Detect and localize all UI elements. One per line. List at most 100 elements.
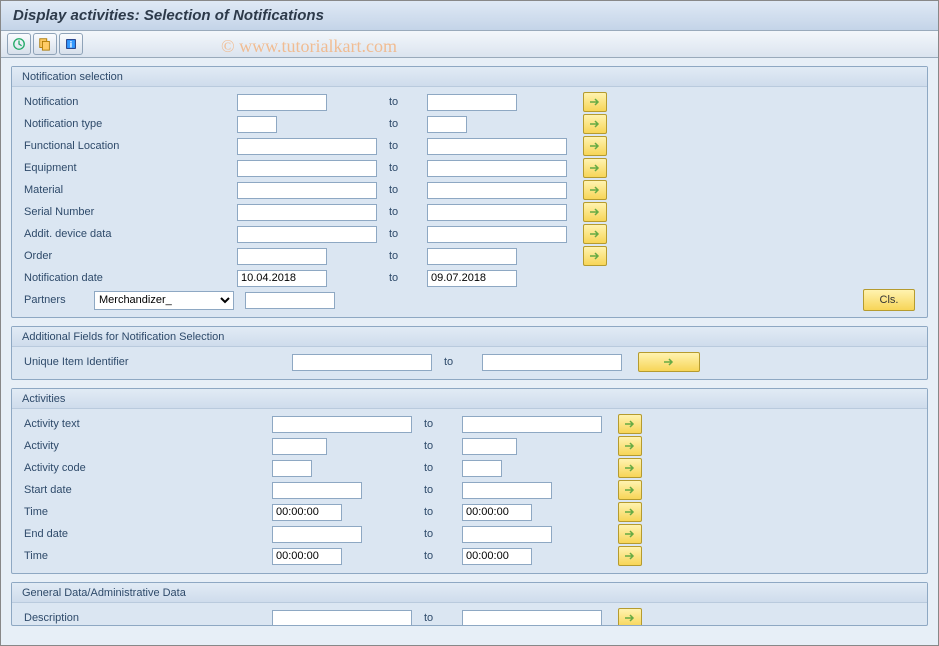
arrow-right-icon bbox=[624, 419, 636, 429]
label-time1: Time bbox=[22, 506, 272, 518]
arrow-right-icon bbox=[624, 463, 636, 473]
act-code-multiselect-button[interactable] bbox=[618, 458, 642, 478]
partners-value-input[interactable] bbox=[245, 292, 335, 309]
get-variant-button[interactable] bbox=[33, 33, 57, 55]
label-activity: Activity bbox=[22, 440, 272, 452]
partners-dropdown[interactable]: Merchandizer_ bbox=[94, 291, 234, 310]
notification-to-input[interactable] bbox=[427, 94, 517, 111]
row-partners: Partners Merchandizer_ Cls. bbox=[22, 289, 917, 311]
label-end-date: End date bbox=[22, 528, 272, 540]
act-code-from-input[interactable] bbox=[272, 460, 312, 477]
addit-dev-to-input[interactable] bbox=[427, 226, 567, 243]
to-label: to bbox=[387, 206, 427, 218]
act-text-multiselect-button[interactable] bbox=[618, 414, 642, 434]
material-from-input[interactable] bbox=[237, 182, 377, 199]
to-label: to bbox=[387, 140, 427, 152]
func-loc-multiselect-button[interactable] bbox=[583, 136, 607, 156]
row-time1: Time to bbox=[22, 501, 917, 523]
notif-date-from-input[interactable] bbox=[237, 270, 327, 287]
description-multiselect-button[interactable] bbox=[618, 608, 642, 625]
description-from-input[interactable] bbox=[272, 610, 412, 626]
start-date-from-input[interactable] bbox=[272, 482, 362, 499]
label-equipment: Equipment bbox=[22, 162, 237, 174]
description-to-input[interactable] bbox=[462, 610, 602, 626]
time1-from-input[interactable] bbox=[272, 504, 342, 521]
start-date-to-input[interactable] bbox=[462, 482, 552, 499]
uii-to-input[interactable] bbox=[482, 354, 622, 371]
row-time2: Time to bbox=[22, 545, 917, 567]
notif-type-from-input[interactable] bbox=[237, 116, 277, 133]
serial-from-input[interactable] bbox=[237, 204, 377, 221]
clock-execute-icon bbox=[12, 37, 26, 51]
start-date-multiselect-button[interactable] bbox=[618, 480, 642, 500]
activity-multiselect-button[interactable] bbox=[618, 436, 642, 456]
to-label: to bbox=[422, 462, 462, 474]
info-button[interactable]: i bbox=[59, 33, 83, 55]
to-label: to bbox=[422, 612, 462, 624]
notif-date-to-input[interactable] bbox=[427, 270, 517, 287]
material-to-input[interactable] bbox=[427, 182, 567, 199]
label-activity-text: Activity text bbox=[22, 418, 272, 430]
serial-multiselect-button[interactable] bbox=[583, 202, 607, 222]
activity-from-input[interactable] bbox=[272, 438, 327, 455]
uii-from-input[interactable] bbox=[292, 354, 432, 371]
group-additional-fields: Additional Fields for Notification Selec… bbox=[11, 326, 928, 380]
end-date-from-input[interactable] bbox=[272, 526, 362, 543]
label-serial-number: Serial Number bbox=[22, 206, 237, 218]
row-activity-code: Activity code to bbox=[22, 457, 917, 479]
to-label: to bbox=[387, 250, 427, 262]
equipment-multiselect-button[interactable] bbox=[583, 158, 607, 178]
execute-button[interactable] bbox=[7, 33, 31, 55]
end-date-multiselect-button[interactable] bbox=[618, 524, 642, 544]
time2-from-input[interactable] bbox=[272, 548, 342, 565]
func-loc-from-input[interactable] bbox=[237, 138, 377, 155]
equipment-to-input[interactable] bbox=[427, 160, 567, 177]
order-from-input[interactable] bbox=[237, 248, 327, 265]
cls-button[interactable]: Cls. bbox=[863, 289, 915, 311]
notif-type-multiselect-button[interactable] bbox=[583, 114, 607, 134]
row-order: Order to bbox=[22, 245, 917, 267]
group-title: Notification selection bbox=[12, 67, 927, 87]
row-uii: Unique Item Identifier to bbox=[22, 351, 917, 373]
to-label: to bbox=[422, 506, 462, 518]
end-date-to-input[interactable] bbox=[462, 526, 552, 543]
label-material: Material bbox=[22, 184, 237, 196]
arrow-right-icon bbox=[663, 357, 675, 367]
addit-dev-multiselect-button[interactable] bbox=[583, 224, 607, 244]
notification-from-input[interactable] bbox=[237, 94, 327, 111]
act-text-from-input[interactable] bbox=[272, 416, 412, 433]
time2-to-input[interactable] bbox=[462, 548, 532, 565]
notification-multiselect-button[interactable] bbox=[583, 92, 607, 112]
act-text-to-input[interactable] bbox=[462, 416, 602, 433]
notif-type-to-input[interactable] bbox=[427, 116, 467, 133]
to-label: to bbox=[387, 228, 427, 240]
time2-multiselect-button[interactable] bbox=[618, 546, 642, 566]
to-label: to bbox=[422, 418, 462, 430]
row-material: Material to bbox=[22, 179, 917, 201]
order-multiselect-button[interactable] bbox=[583, 246, 607, 266]
group-title: Additional Fields for Notification Selec… bbox=[12, 327, 927, 347]
to-label: to bbox=[422, 484, 462, 496]
app-toolbar: i bbox=[1, 31, 938, 58]
label-addit-device: Addit. device data bbox=[22, 228, 237, 240]
to-label: to bbox=[387, 184, 427, 196]
info-icon: i bbox=[64, 37, 78, 51]
page-title: Display activities: Selection of Notific… bbox=[1, 1, 938, 31]
to-label: to bbox=[422, 550, 462, 562]
equipment-from-input[interactable] bbox=[237, 160, 377, 177]
serial-to-input[interactable] bbox=[427, 204, 567, 221]
arrow-right-icon bbox=[624, 485, 636, 495]
svg-text:i: i bbox=[70, 40, 72, 50]
func-loc-to-input[interactable] bbox=[427, 138, 567, 155]
order-to-input[interactable] bbox=[427, 248, 517, 265]
activity-to-input[interactable] bbox=[462, 438, 517, 455]
addit-dev-from-input[interactable] bbox=[237, 226, 377, 243]
time1-multiselect-button[interactable] bbox=[618, 502, 642, 522]
act-code-to-input[interactable] bbox=[462, 460, 502, 477]
material-multiselect-button[interactable] bbox=[583, 180, 607, 200]
row-start-date: Start date to bbox=[22, 479, 917, 501]
uii-multiselect-button[interactable] bbox=[638, 352, 700, 372]
row-notification-date: Notification date to bbox=[22, 267, 917, 289]
group-notification-selection: Notification selection Notification to N… bbox=[11, 66, 928, 318]
time1-to-input[interactable] bbox=[462, 504, 532, 521]
